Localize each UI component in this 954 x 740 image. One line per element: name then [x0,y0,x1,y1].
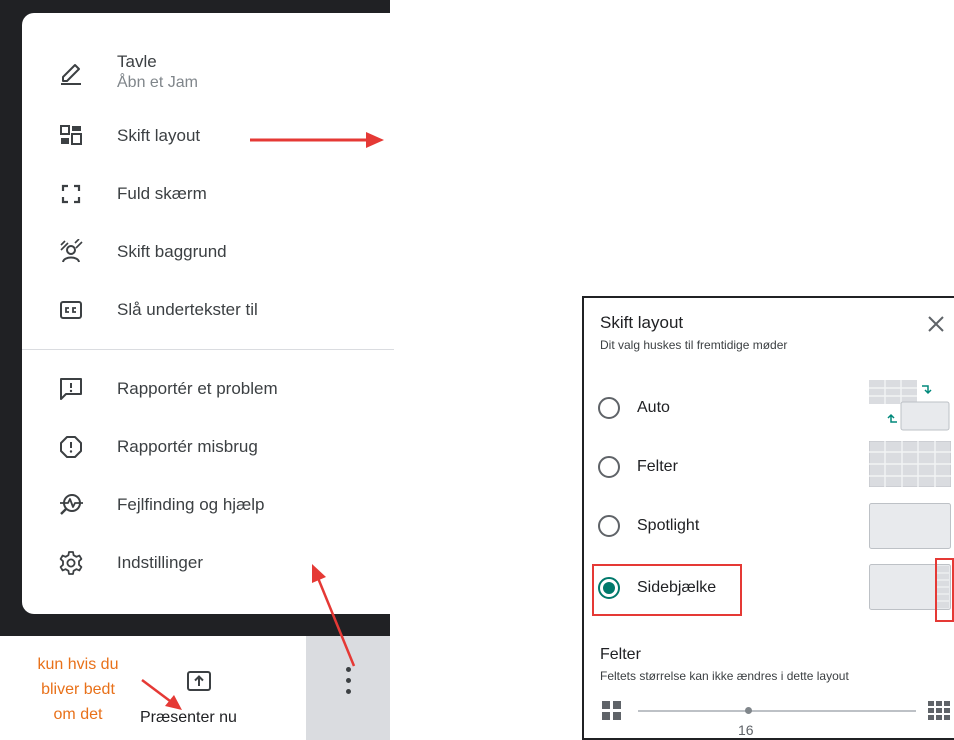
menu-item-whiteboard[interactable]: Tavle Åbn et Jam [22,48,394,98]
tiles-slider-track [638,710,916,712]
troubleshoot-icon [58,492,84,518]
menu-item-label: Indstillinger [117,553,203,572]
pencil-icon [58,60,84,86]
menu-item-troubleshooting[interactable]: Fejlfinding og hjælp [22,480,394,530]
menu-item-report-abuse[interactable]: Rapportér misbrug [22,422,394,472]
menu-item-label: Slå undertekster til [117,300,258,319]
layout-option-label: Auto [637,399,670,416]
menu-item-label: Skift layout [117,126,201,145]
menu-item-label: Rapportér misbrug [117,437,258,456]
spotlight-layout-thumbnail [869,503,951,549]
dialog-subtitle: Dit valg huskes til fremtidige møder [600,338,788,352]
radio-button[interactable] [598,515,620,537]
annotation-note-line: bliver bedt [41,681,115,698]
menu-item-captions[interactable]: Slå undertekster til [22,285,394,335]
menu-item-label: Fejlfinding og hjælp [117,495,265,514]
feedback-icon [58,376,84,402]
tiles-slider-thumb[interactable] [745,707,752,714]
dialog-title: Skift layout [600,313,684,332]
radio-button[interactable] [598,397,620,419]
annotation-note-line: om det [53,706,103,723]
layout-option-label: Felter [637,458,678,475]
change-layout-dialog: Skift layout Dit valg huskes til fremtid… [582,296,954,740]
menu-item-label: Skift baggrund [117,242,227,261]
annotation-highlight-box [592,564,742,616]
layout-option-tiles[interactable]: Felter [598,447,738,487]
more-vert-icon [346,678,351,683]
auto-layout-thumbnail [869,380,951,432]
layout-option-label: Spotlight [637,517,700,534]
menu-item-label: Tavle [117,52,157,71]
menu-item-sublabel: Åbn et Jam [117,74,198,91]
menu-item-change-layout[interactable]: Skift layout [22,111,394,161]
grid-small-icon [602,701,622,721]
present-now-button[interactable]: Præsenter nu [140,709,237,727]
more-vert-icon [346,667,351,672]
menu-divider [22,349,394,350]
radio-button[interactable] [598,456,620,478]
present-screen-icon[interactable] [184,670,214,694]
annotation-highlight-box [935,558,954,622]
gear-icon [58,550,84,576]
layout-option-auto[interactable]: Auto [598,388,738,428]
close-icon[interactable] [924,312,948,336]
layout-option-spotlight[interactable]: Spotlight [598,506,738,546]
menu-item-report-problem[interactable]: Rapportér et problem [22,364,394,414]
tiles-slider-value: 16 [738,722,754,738]
menu-item-settings[interactable]: Indstillinger [22,538,394,588]
menu-item-label: Rapportér et problem [117,379,278,398]
report-icon [58,434,84,460]
annotation-note-line: kun hvis du [37,656,119,673]
grid-large-icon [928,701,950,721]
background-person-icon [58,239,84,265]
more-options-screenshot: Tavle Åbn et Jam Skift layout Fuld skærm… [0,0,394,740]
annotation-note: kun hvis du bliver bedt om det [22,652,134,727]
menu-item-change-background[interactable]: Skift baggrund [22,227,394,277]
menu-item-fullscreen[interactable]: Fuld skærm [22,169,394,219]
fullscreen-icon [58,181,84,207]
tiles-layout-thumbnail [869,441,951,487]
more-vert-icon [346,689,351,694]
more-options-button[interactable] [306,636,390,740]
tiles-section-title: Felter [600,646,641,663]
tiles-section-subtitle: Feltets størrelse kan ikke ændres i dett… [600,669,849,683]
layout-icon [58,123,84,149]
more-options-menu: Tavle Åbn et Jam Skift layout Fuld skærm… [22,13,394,614]
closed-captions-icon [58,297,84,323]
menu-item-label: Fuld skærm [117,184,207,203]
